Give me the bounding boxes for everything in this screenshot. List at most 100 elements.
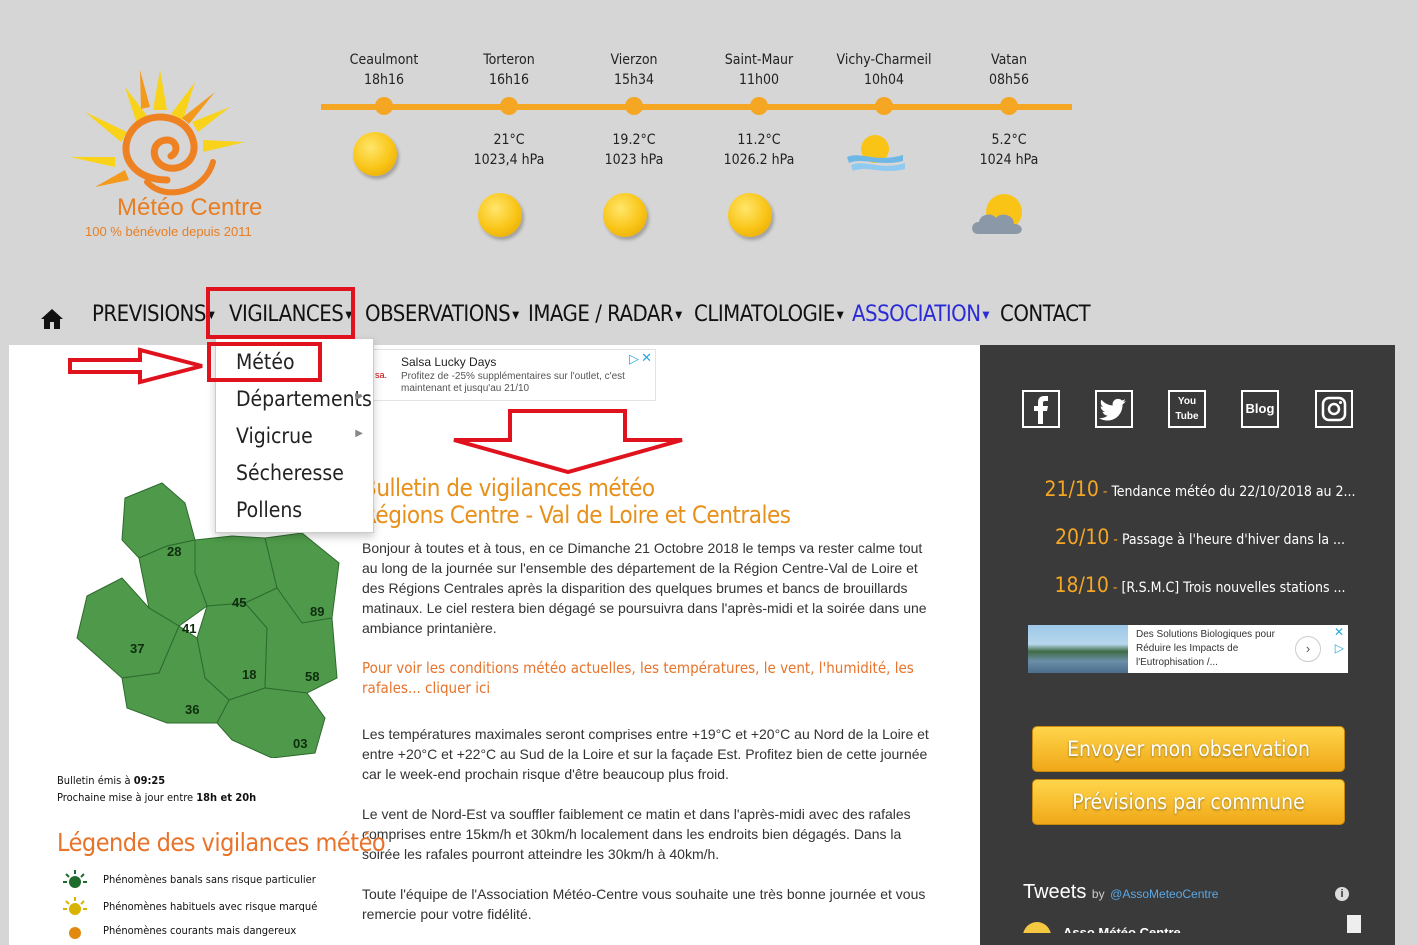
station-time: 08h56 <box>988 72 1030 88</box>
nav-image-radar[interactable]: IMAGE / RADAR ▼ <box>528 302 682 327</box>
legend-row-green: Phénomènes banals sans risque particulie… <box>57 870 316 890</box>
twitter-icon[interactable] <box>1095 390 1133 428</box>
station-time: 10h04 <box>863 72 905 88</box>
bulletin-issued: Bulletin émis à 09:25 <box>57 774 165 787</box>
nav-label: PREVISIONS <box>92 302 206 327</box>
avatar <box>1023 922 1051 933</box>
reading-pressure: 1024 hPa <box>979 152 1039 168</box>
facebook-icon[interactable] <box>1022 390 1060 428</box>
legend-text: Phénomènes banals sans risque particulie… <box>103 873 316 886</box>
next-update-label: Prochaine mise à jour entre <box>57 791 197 804</box>
highlight-vigilances <box>206 287 355 339</box>
news-text: Passage à l'heure d'hiver dans la ... <box>1121 532 1346 548</box>
station-name: Torteron <box>483 52 535 68</box>
nav-association[interactable]: ASSOCIATION ▼ <box>852 302 989 327</box>
blog-label: Blog <box>1245 401 1275 416</box>
timeline-marker <box>625 97 643 115</box>
nav-observations[interactable]: OBSERVATIONS ▼ <box>365 302 519 327</box>
station-vatan[interactable]: Vatan 08h56 <box>954 50 1064 90</box>
bulletin-closing: Toute l'équipe de l'Association Météo-Ce… <box>362 886 926 922</box>
sun-green-icon <box>63 870 87 888</box>
adchoices-icon[interactable]: ▷ <box>1335 641 1344 655</box>
sun-icon <box>728 193 772 237</box>
reading-vierzon: 19.2°C 1023 hPa <box>579 130 689 170</box>
station-time: 15h34 <box>613 72 655 88</box>
highlight-meteo <box>207 342 322 382</box>
news-text: [R.S.M.C] Trois nouvelles stations ... <box>1121 580 1346 596</box>
timeline-marker <box>875 97 893 115</box>
news-text: Tendance météo du 22/10/2018 au 2... <box>1111 484 1356 500</box>
facebook-glyph <box>1034 396 1048 424</box>
current-conditions-link[interactable]: Pour voir les conditions météo actuelles… <box>362 658 932 698</box>
instagram-icon[interactable] <box>1315 390 1353 428</box>
scrollbar[interactable] <box>1347 915 1361 933</box>
bulletin-wind: Le vent de Nord-Est va souffler faibleme… <box>362 806 911 862</box>
caret-down-icon: ▼ <box>512 309 519 321</box>
bulletin-title: Bulletin de vigilances météo <box>362 474 655 502</box>
news-date: 18/10 <box>1054 573 1109 597</box>
station-ceaulmont[interactable]: Ceaulmont 18h16 <box>329 50 439 90</box>
nav-previsions[interactable]: PREVISIONS ▼ <box>92 302 215 327</box>
tweets-handle[interactable]: @AssoMeteoCentre <box>1110 887 1218 901</box>
dept-03 <box>216 687 326 759</box>
station-torteron[interactable]: Torteron 16h16 <box>454 50 564 90</box>
adchoices-icon[interactable]: ▷ <box>629 351 639 367</box>
news-item[interactable]: 21/10 - Tendance météo du 22/10/2018 au … <box>1030 477 1370 501</box>
timeline-marker <box>750 97 768 115</box>
station-name: Saint-Maur <box>724 52 794 68</box>
home-icon[interactable] <box>40 308 64 330</box>
logo[interactable]: Météo Centre 100 % bénévole depuis 2011 <box>55 62 285 247</box>
station-vierzon[interactable]: Vierzon 15h34 <box>579 50 689 90</box>
ad-brand-logo: sa. <box>375 370 388 380</box>
nav-contact[interactable]: CONTACT <box>1000 302 1091 327</box>
send-observation-button[interactable]: Envoyer mon observation <box>1032 726 1345 772</box>
close-icon[interactable]: ✕ <box>1334 625 1344 639</box>
next-update-time: 18h et 20h <box>196 791 257 804</box>
station-name: Ceaulmont <box>349 52 419 68</box>
nav-climatologie[interactable]: CLIMATOLOGIE ▼ <box>694 302 844 327</box>
sidebar-ad[interactable]: Des Solutions Biologiques pour Réduire l… <box>1028 625 1348 673</box>
stations-timeline <box>321 104 1072 110</box>
reading-temp: 19.2°C <box>612 132 656 148</box>
dropdown-item-departements[interactable]: Départements <box>236 387 372 411</box>
sun-logo-icon <box>70 70 245 196</box>
youtube-icon[interactable]: You Tube <box>1168 390 1206 428</box>
arrow-down-annotation <box>453 409 683 475</box>
news-separator: - <box>1102 484 1108 500</box>
news-item[interactable]: 18/10 - [R.S.M.C] Trois nouvelles statio… <box>1030 573 1370 597</box>
tweets-by: by <box>1091 887 1105 901</box>
station-name: Vierzon <box>610 52 658 68</box>
tweets-header: Tweets by @AssoMeteoCentre <box>1023 881 1218 904</box>
blog-icon[interactable]: Blog <box>1241 390 1279 428</box>
chevron-right-icon: ▶ <box>355 391 363 402</box>
dropdown-item-vigicrue[interactable]: Vigicrue <box>236 424 313 448</box>
tweet-preview[interactable]: Asso Météo Centre <box>1023 922 1353 933</box>
station-time: 16h16 <box>488 72 530 88</box>
dept-label-03: 03 <box>293 736 308 751</box>
reading-saint-maur: 11.2°C 1026.2 hPa <box>704 130 814 170</box>
cloud-sun-icon <box>972 194 1022 234</box>
chevron-right-icon[interactable]: › <box>1295 636 1321 662</box>
dept-label-89: 89 <box>310 604 325 619</box>
timeline-marker <box>375 97 393 115</box>
logo-tagline: 100 % bénévole depuis 2011 <box>85 224 252 239</box>
reading-torteron: 21°C 1023,4 hPa <box>454 130 564 170</box>
legend-text: Phénomènes courants mais dangereux <box>103 924 297 937</box>
sun-icon <box>478 193 522 237</box>
info-icon[interactable]: i <box>1335 887 1349 901</box>
dropdown-item-pollens[interactable]: Pollens <box>236 498 302 522</box>
dropdown-item-secheresse[interactable]: Sécheresse <box>236 461 344 485</box>
chevron-right-icon: ▶ <box>355 428 363 439</box>
ad-desc: Profitez de -25% supplémentaires sur l'o… <box>401 371 625 394</box>
forecast-by-town-button[interactable]: Prévisions par commune <box>1032 779 1345 825</box>
close-icon[interactable]: ✕ <box>641 350 652 366</box>
sun-icon <box>603 193 647 237</box>
news-item[interactable]: 20/10 - Passage à l'heure d'hiver dans l… <box>1030 525 1370 549</box>
dept-label-45: 45 <box>232 595 247 610</box>
nav-label: OBSERVATIONS <box>365 302 511 327</box>
ad-banner[interactable]: sa. Salsa Lucky Days Profitez de -25% su… <box>372 349 656 401</box>
station-saint-maur[interactable]: Saint-Maur 11h00 <box>704 50 814 90</box>
nav-label: ASSOCIATION <box>852 302 981 327</box>
reading-pressure: 1023,4 hPa <box>473 152 545 168</box>
station-vichy-charmeil[interactable]: Vichy-Charmeil 10h04 <box>829 50 939 90</box>
